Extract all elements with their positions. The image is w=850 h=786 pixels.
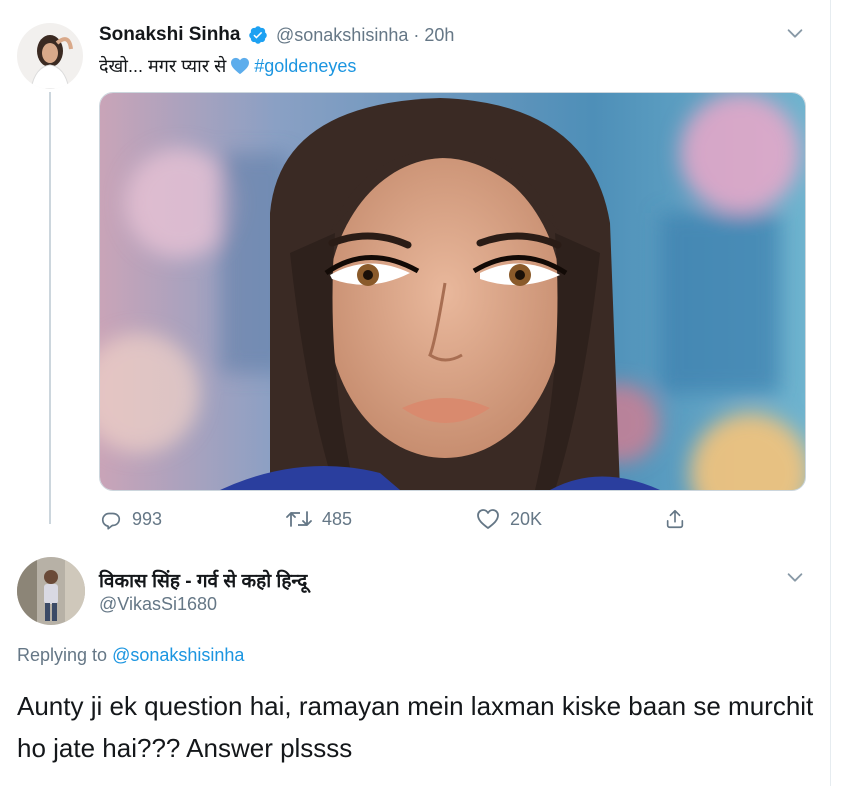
handle-text[interactable]: @sonakshisinha bbox=[276, 25, 408, 45]
reply-action[interactable]: 993 bbox=[100, 506, 162, 532]
retweet-action[interactable]: 485 bbox=[286, 506, 352, 532]
tweet-text: देखो... मगर प्यार से #goldeneyes bbox=[99, 54, 356, 80]
replying-to-line: Replying to @sonakshisinha bbox=[17, 645, 244, 666]
author-name[interactable]: Sonakshi Sinha bbox=[99, 24, 240, 46]
heart-icon bbox=[477, 509, 499, 529]
like-action[interactable]: 20K bbox=[476, 506, 542, 532]
tweet-text-hindi: देखो... मगर प्यार से bbox=[99, 56, 227, 76]
tweet-timestamp[interactable]: 20h bbox=[424, 25, 454, 45]
tweet-media-photo[interactable] bbox=[99, 92, 806, 491]
retweet-icon bbox=[286, 511, 312, 527]
separator-dot: · bbox=[413, 25, 420, 45]
tweet-thread: Sonakshi Sinha @sonakshisinha · 20h देखो… bbox=[0, 0, 831, 786]
blue-heart-icon bbox=[230, 57, 250, 80]
replying-to-handle-link[interactable]: @sonakshisinha bbox=[112, 645, 244, 665]
author-handle[interactable]: @sonakshisinha · 20h bbox=[276, 25, 454, 46]
reply-author-avatar[interactable] bbox=[17, 557, 85, 625]
share-action[interactable] bbox=[664, 506, 696, 532]
tweet-menu-chevron-down-icon[interactable] bbox=[784, 22, 806, 44]
thread-connector-line bbox=[49, 92, 51, 524]
like-count: 20K bbox=[510, 508, 543, 529]
reply-text: Aunty ji ek question hai, ramayan mein l… bbox=[17, 691, 814, 763]
reply-author-handle[interactable]: @VikasSi1680 bbox=[99, 594, 217, 615]
verified-badge-icon bbox=[248, 25, 268, 50]
author-avatar[interactable] bbox=[17, 23, 83, 89]
reply-icon bbox=[101, 512, 121, 530]
share-icon bbox=[666, 509, 684, 529]
reply-author-name[interactable]: विकास सिंह - गर्व से कहो हिन्दू bbox=[99, 567, 307, 593]
replying-to-label: Replying to bbox=[17, 645, 108, 665]
reply-menu-chevron-down-icon[interactable] bbox=[784, 566, 806, 588]
reply-count: 993 bbox=[132, 508, 163, 529]
retweet-count: 485 bbox=[322, 508, 353, 529]
hashtag-link[interactable]: #goldeneyes bbox=[254, 56, 356, 76]
